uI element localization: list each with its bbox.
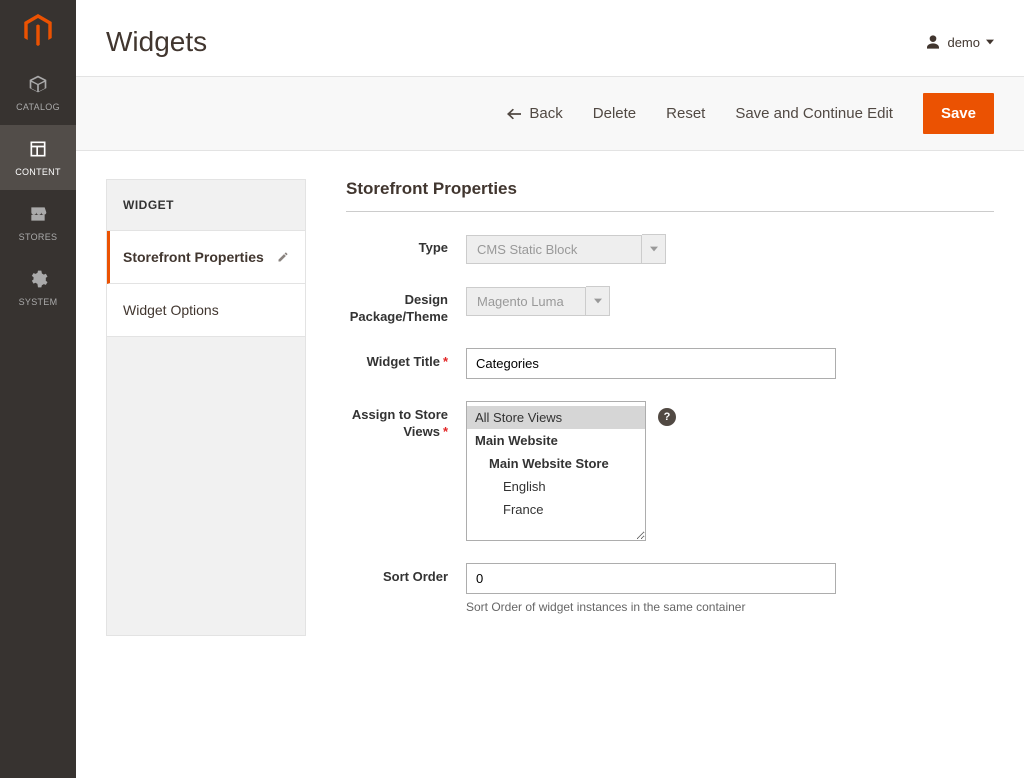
save-button[interactable]: Save [923, 93, 994, 134]
nav-system[interactable]: SYSTEM [0, 255, 76, 320]
layout-icon [28, 139, 48, 159]
chevron-down-icon [586, 286, 610, 316]
cube-icon [28, 74, 48, 94]
storefront-icon [28, 204, 48, 224]
chevron-down-icon [986, 38, 994, 46]
admin-sidebar: CATALOG CONTENT STORES SYSTEM [0, 0, 76, 778]
sort-order-label: Sort Order [346, 563, 466, 586]
gear-icon [28, 269, 48, 289]
user-icon [925, 34, 941, 50]
sort-order-hint: Sort Order of widget instances in the sa… [466, 600, 836, 614]
theme-value: Magento Luma [466, 287, 586, 316]
widget-title-label: Widget Title* [346, 348, 466, 371]
save-continue-button[interactable]: Save and Continue Edit [735, 105, 893, 122]
tab-storefront-label: Storefront Properties [123, 249, 264, 265]
user-name: demo [947, 35, 980, 50]
type-label: Type [346, 234, 466, 257]
store-option-france[interactable]: France [467, 498, 645, 521]
tab-storefront-properties[interactable]: Storefront Properties [107, 231, 305, 284]
type-value: CMS Static Block [466, 235, 642, 264]
chevron-down-icon [642, 234, 666, 264]
widget-tabs: WIDGET Storefront Properties Widget Opti… [106, 179, 306, 636]
back-label: Back [529, 105, 562, 122]
nav-catalog[interactable]: CATALOG [0, 60, 76, 125]
magento-logo-icon [24, 14, 52, 46]
section-title: Storefront Properties [346, 179, 994, 212]
action-bar: Back Delete Reset Save and Continue Edit… [76, 76, 1024, 151]
nav-content-label: CONTENT [15, 167, 61, 177]
sort-order-input[interactable] [466, 563, 836, 594]
nav-system-label: SYSTEM [19, 297, 58, 307]
delete-button[interactable]: Delete [593, 105, 636, 122]
tab-options-label: Widget Options [123, 302, 219, 318]
theme-select: Magento Luma [466, 286, 610, 316]
tab-widget-options[interactable]: Widget Options [107, 284, 305, 337]
theme-label: Design Package/Theme [346, 286, 466, 326]
nav-stores-label: STORES [19, 232, 58, 242]
nav-stores[interactable]: STORES [0, 190, 76, 255]
user-menu[interactable]: demo [925, 34, 994, 50]
store-option-all[interactable]: All Store Views [467, 406, 645, 429]
help-icon[interactable]: ? [658, 408, 676, 426]
store-option-main-store[interactable]: Main Website Store [467, 452, 645, 475]
store-option-main-website[interactable]: Main Website [467, 429, 645, 452]
nav-content[interactable]: CONTENT [0, 125, 76, 190]
type-select: CMS Static Block [466, 234, 666, 264]
pencil-icon [277, 251, 289, 263]
assign-store-label: Assign to Store Views* [346, 401, 466, 441]
reset-button[interactable]: Reset [666, 105, 705, 122]
nav-catalog-label: CATALOG [16, 102, 60, 112]
back-button[interactable]: Back [507, 105, 562, 122]
arrow-left-icon [507, 108, 521, 120]
store-option-english[interactable]: English [467, 475, 645, 498]
page-title: Widgets [106, 26, 207, 58]
magento-logo[interactable] [0, 0, 76, 60]
widget-title-input[interactable] [466, 348, 836, 379]
store-views-multiselect[interactable]: All Store Views Main Website Main Websit… [466, 401, 646, 541]
tabs-header: WIDGET [107, 180, 305, 231]
